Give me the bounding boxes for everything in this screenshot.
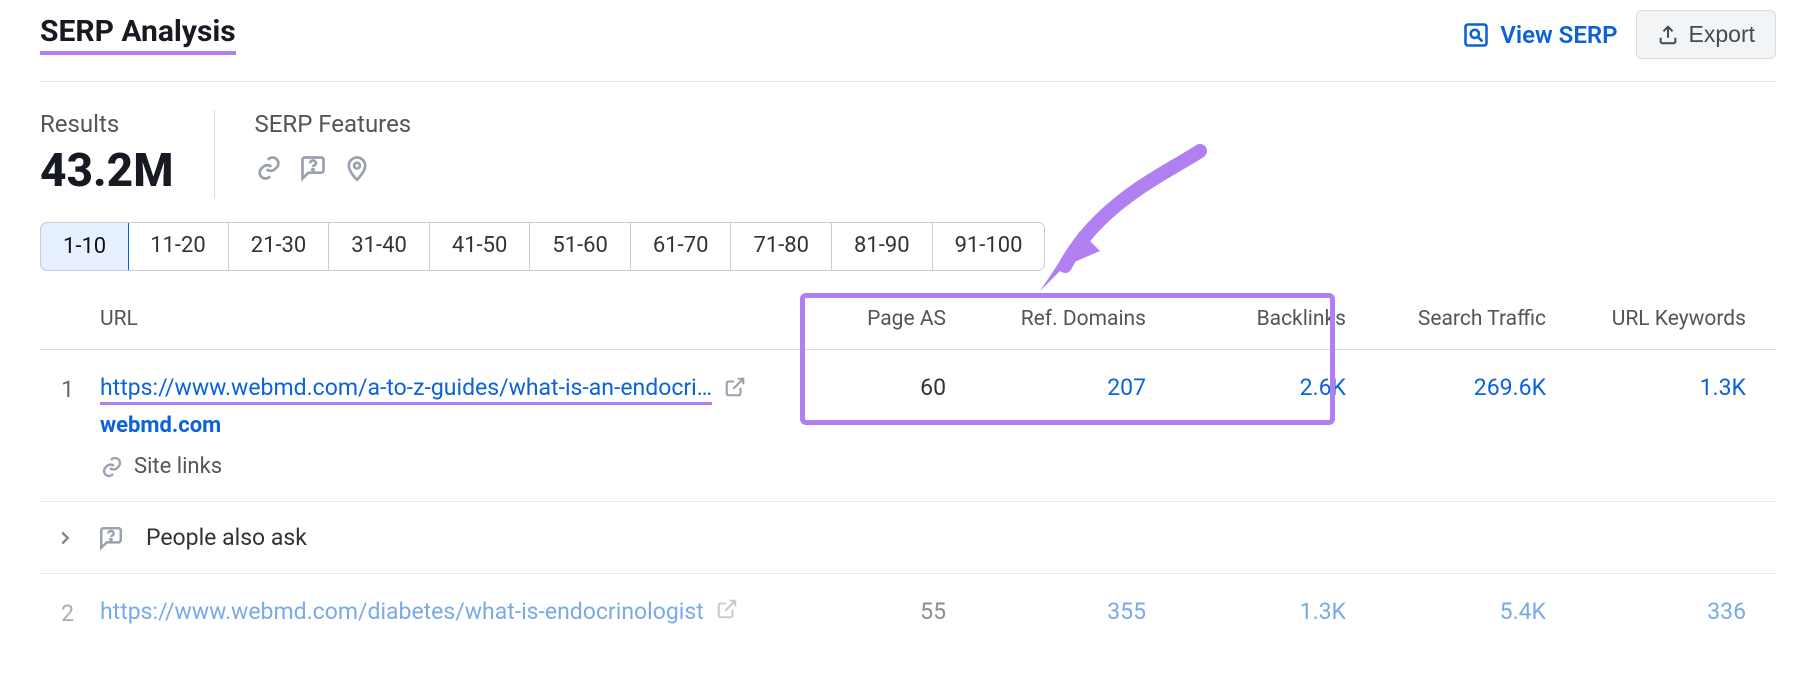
sitelinks-icon — [255, 154, 283, 182]
pagination-tab[interactable]: 21-30 — [229, 223, 330, 270]
pagination-tab[interactable]: 11-20 — [128, 223, 229, 270]
results-block: Results 43.2M — [40, 110, 174, 198]
pagination-tab[interactable]: 41-50 — [430, 223, 531, 270]
vertical-separator — [214, 110, 215, 198]
results-value: 43.2M — [40, 144, 174, 198]
people-also-ask-icon — [299, 154, 327, 182]
cell-ref-domains[interactable]: 355 — [976, 598, 1176, 625]
row-url-cell: https://www.webmd.com/diabetes/what-is-e… — [100, 598, 776, 626]
serp-feature-icons — [255, 154, 412, 182]
sitelinks-icon — [100, 455, 124, 479]
col-url: URL — [100, 307, 776, 331]
table-header: URL Page AS Ref. Domains Backlinks Searc… — [40, 281, 1776, 350]
sitelinks-label: Site links — [134, 454, 222, 479]
pagination-tab[interactable]: 71-80 — [731, 223, 832, 270]
pagination-tab[interactable]: 81-90 — [832, 223, 933, 270]
cell-url-keywords[interactable]: 336 — [1576, 598, 1776, 625]
serp-features-label: SERP Features — [255, 110, 412, 138]
chevron-right-icon — [54, 527, 76, 549]
row-index: 1 — [40, 374, 100, 403]
result-url-link[interactable]: https://www.webmd.com/diabetes/what-is-e… — [100, 598, 704, 626]
results-table: URL Page AS Ref. Domains Backlinks Searc… — [40, 281, 1776, 649]
view-serp-button[interactable]: View SERP — [1462, 21, 1617, 49]
sitelinks-indicator: Site links — [100, 454, 776, 479]
header-row: SERP Analysis View SERP Export — [40, 10, 1776, 82]
export-label: Export — [1689, 21, 1755, 48]
header-actions: View SERP Export — [1462, 10, 1776, 59]
cell-backlinks[interactable]: 1.3K — [1176, 598, 1376, 625]
cell-search-traffic[interactable]: 5.4K — [1376, 598, 1576, 625]
pagination-tabs: 1-1011-2021-3031-4041-5051-6061-7071-808… — [40, 222, 1045, 271]
row-index: 2 — [40, 598, 100, 627]
people-also-ask-icon — [98, 525, 124, 551]
view-serp-label: View SERP — [1500, 21, 1617, 49]
local-pack-icon — [343, 154, 371, 182]
page-title: SERP Analysis — [40, 14, 236, 55]
cell-page-as: 55 — [776, 598, 976, 625]
result-domain[interactable]: webmd.com — [100, 413, 776, 438]
col-page-as[interactable]: Page AS — [776, 307, 976, 331]
col-url-keywords[interactable]: URL Keywords — [1576, 307, 1776, 331]
pagination-tab[interactable]: 91-100 — [933, 223, 1045, 270]
people-also-ask-row[interactable]: People also ask — [40, 502, 1776, 574]
cell-backlinks[interactable]: 2.6K — [1176, 374, 1376, 401]
col-backlinks[interactable]: Backlinks — [1176, 307, 1376, 331]
pagination-tab[interactable]: 51-60 — [530, 223, 631, 270]
pagination-tab[interactable]: 61-70 — [631, 223, 732, 270]
cell-page-as: 60 — [776, 374, 976, 401]
row-url-cell: https://www.webmd.com/a-to-z-guides/what… — [100, 374, 776, 479]
cell-search-traffic[interactable]: 269.6K — [1376, 374, 1576, 401]
table-row: 2 https://www.webmd.com/diabetes/what-is… — [40, 574, 1776, 649]
external-link-icon[interactable] — [724, 376, 746, 404]
pagination-tab[interactable]: 1-10 — [40, 222, 129, 271]
external-link-icon[interactable] — [716, 598, 738, 626]
export-icon — [1657, 24, 1679, 46]
pagination-tab[interactable]: 31-40 — [329, 223, 430, 270]
cell-url-keywords[interactable]: 1.3K — [1576, 374, 1776, 401]
serp-features-block: SERP Features — [255, 110, 412, 198]
results-label: Results — [40, 110, 174, 138]
col-ref-domains[interactable]: Ref. Domains — [976, 307, 1176, 331]
serp-magnifier-icon — [1462, 21, 1490, 49]
export-button[interactable]: Export — [1636, 10, 1776, 59]
result-url-link[interactable]: https://www.webmd.com/a-to-z-guides/what… — [100, 374, 712, 405]
people-also-ask-label: People also ask — [146, 524, 307, 551]
table-row: 1 https://www.webmd.com/a-to-z-guides/wh… — [40, 350, 1776, 502]
stats-row: Results 43.2M SERP Features — [40, 82, 1776, 222]
col-search-traffic[interactable]: Search Traffic — [1376, 307, 1576, 331]
cell-ref-domains[interactable]: 207 — [976, 374, 1176, 401]
